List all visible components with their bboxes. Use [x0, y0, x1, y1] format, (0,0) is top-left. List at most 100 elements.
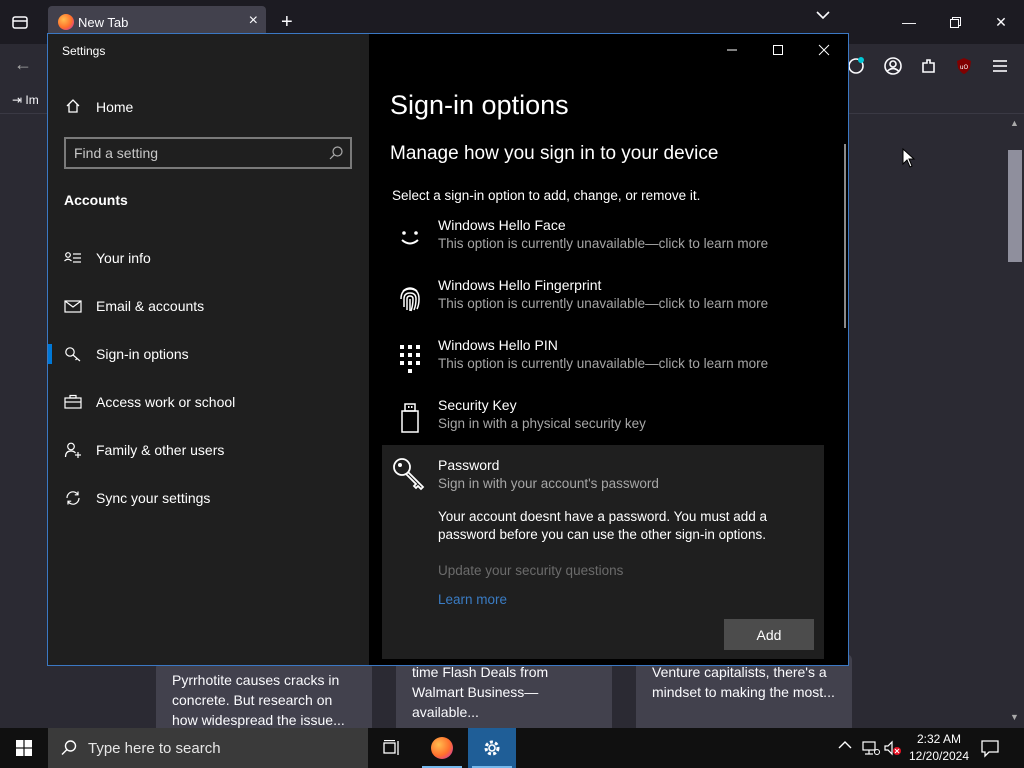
- option-status: This option is currently unavailable—cli…: [438, 296, 769, 311]
- restore-icon[interactable]: [932, 8, 978, 36]
- close-tab-icon[interactable]: ×: [249, 12, 258, 30]
- section-heading: Accounts: [64, 192, 128, 208]
- task-view-button[interactable]: [368, 728, 416, 768]
- option-windows-hello-face[interactable]: Windows Hello Face This option is curren…: [383, 217, 823, 273]
- option-windows-hello-fingerprint[interactable]: Windows Hello Fingerprint This option is…: [383, 277, 823, 333]
- password-message: Your account doesnt have a password. You…: [438, 509, 767, 542]
- mouse-cursor-icon: [902, 148, 916, 168]
- usb-key-icon: [401, 403, 419, 433]
- import-bookmarks-button[interactable]: ⇥ Im: [12, 93, 39, 107]
- sidebar-item-label: Access work or school: [96, 394, 236, 410]
- sidebar-item-label: Your info: [96, 250, 151, 266]
- taskbar: Type here to search 2:32 AM 12/20/2024: [0, 728, 1024, 768]
- settings-content: Sign-in options Manage how you sign in t…: [369, 34, 848, 665]
- scroll-down-icon[interactable]: ▼: [1010, 712, 1019, 722]
- page-subtitle: Manage how you sign in to your device: [390, 143, 719, 164]
- person-add-icon: [64, 442, 81, 458]
- maximize-icon[interactable]: [755, 38, 801, 62]
- new-tab-icon[interactable]: +: [281, 10, 293, 34]
- sidebar-item-sync-settings[interactable]: Sync your settings: [48, 478, 369, 518]
- home-icon: [66, 99, 80, 113]
- clock-date: 12/20/2024: [908, 749, 970, 763]
- sidebar-item-your-info[interactable]: Your info: [48, 238, 369, 278]
- option-status: Sign in with your account's password: [438, 476, 659, 491]
- back-arrow-icon[interactable]: ←: [14, 54, 32, 75]
- option-password-expanded[interactable]: Password Sign in with your account's pas…: [382, 445, 824, 659]
- window-title: Settings: [62, 44, 106, 58]
- page-scrollbar[interactable]: ▲ ▼: [1006, 114, 1024, 728]
- search-input[interactable]: [74, 144, 314, 162]
- extensions-icon[interactable]: [919, 56, 939, 76]
- taskbar-search-box[interactable]: Type here to search: [48, 728, 368, 768]
- content-scrollbar[interactable]: [844, 144, 846, 328]
- sync-icon: [66, 491, 80, 505]
- sidebar-item-family-other-users[interactable]: Family & other users: [48, 430, 369, 470]
- tab-title: New Tab: [78, 15, 129, 30]
- task-view-icon: [383, 740, 399, 755]
- ublock-origin-icon[interactable]: uO: [954, 56, 974, 76]
- option-status: This option is currently unavailable—cli…: [438, 236, 769, 251]
- fingerprint-icon: [400, 287, 420, 312]
- import-label: Im: [25, 93, 39, 107]
- close-window-icon[interactable]: ✕: [978, 8, 1024, 36]
- taskbar-search-placeholder: Type here to search: [88, 740, 221, 757]
- news-card-text: Pyrrhotite causes cracks in concrete. Bu…: [172, 672, 345, 728]
- key-icon: [65, 347, 81, 362]
- clock-time: 2:32 AM: [916, 732, 962, 746]
- option-name: Windows Hello Face: [438, 217, 566, 233]
- chevron-down-icon[interactable]: [816, 10, 830, 20]
- news-card[interactable]: time Flash Deals from Walmart Business—a…: [396, 654, 612, 734]
- option-name: Password: [438, 457, 500, 473]
- sidebar-item-sign-in-options[interactable]: Sign-in options: [48, 334, 369, 374]
- sidebar-item-label: Home: [96, 99, 134, 115]
- sidebar-item-label: Email & accounts: [96, 298, 205, 314]
- person-card-icon: [64, 252, 81, 263]
- active-indicator: [48, 344, 52, 364]
- minimize-icon[interactable]: [709, 38, 755, 62]
- option-windows-hello-pin[interactable]: Windows Hello PIN This option is current…: [383, 337, 823, 393]
- start-button[interactable]: [0, 728, 48, 768]
- taskbar-firefox[interactable]: [418, 728, 466, 768]
- find-setting-box[interactable]: [64, 137, 352, 169]
- sidebar-item-label: Sign-in options: [96, 346, 189, 362]
- briefcase-icon: [64, 394, 82, 409]
- account-icon[interactable]: [883, 56, 903, 76]
- show-hidden-icons-chevron-icon[interactable]: [838, 740, 852, 750]
- page-description: Select a sign-in option to add, change, …: [392, 188, 701, 203]
- scroll-up-icon[interactable]: ▲: [1010, 118, 1019, 128]
- taskbar-settings[interactable]: [468, 728, 516, 768]
- network-icon[interactable]: [862, 740, 880, 756]
- option-status: This option is currently unavailable—cli…: [438, 356, 769, 371]
- sidebar-item-email-accounts[interactable]: Email & accounts: [48, 286, 369, 326]
- close-icon[interactable]: [801, 38, 847, 62]
- sidebar-item-access-work-school[interactable]: Access work or school: [48, 382, 369, 422]
- sync-status-icon[interactable]: [846, 56, 866, 76]
- sidebar-item-home[interactable]: Home: [48, 92, 369, 122]
- pin-keypad-icon: [400, 345, 420, 373]
- update-security-questions-link: Update your security questions: [438, 563, 624, 578]
- news-card[interactable]: Venture capitalists, there's a mindset t…: [636, 654, 852, 734]
- system-clock[interactable]: 2:32 AM 12/20/2024: [906, 731, 972, 765]
- firefox-icon: [58, 14, 74, 30]
- list-all-tabs-icon[interactable]: [11, 13, 29, 31]
- option-name: Security Key: [438, 397, 517, 413]
- hamburger-menu-icon[interactable]: [990, 56, 1010, 76]
- option-name: Windows Hello PIN: [438, 337, 558, 353]
- gear-icon: [484, 740, 500, 756]
- learn-more-link[interactable]: Learn more: [438, 592, 507, 607]
- add-password-button[interactable]: Add: [724, 619, 814, 650]
- volume-muted-icon[interactable]: [884, 740, 902, 756]
- sidebar-item-label: Sync your settings: [96, 490, 211, 506]
- news-card-text: Venture capitalists, there's a mindset t…: [652, 664, 835, 700]
- minimize-icon[interactable]: —: [886, 8, 932, 36]
- svg-text:uO: uO: [960, 64, 969, 71]
- scrollbar-thumb[interactable]: [1008, 150, 1022, 262]
- search-icon[interactable]: [328, 145, 344, 161]
- search-icon: [61, 740, 77, 755]
- windows-logo-icon: [16, 740, 32, 756]
- page-title: Sign-in options: [390, 90, 569, 120]
- option-status: Sign in with a physical security key: [438, 416, 646, 431]
- settings-sidebar: Settings Home Accounts Your info Email &…: [48, 34, 369, 665]
- password-key-icon: [393, 458, 425, 491]
- action-center-icon[interactable]: [980, 738, 1000, 758]
